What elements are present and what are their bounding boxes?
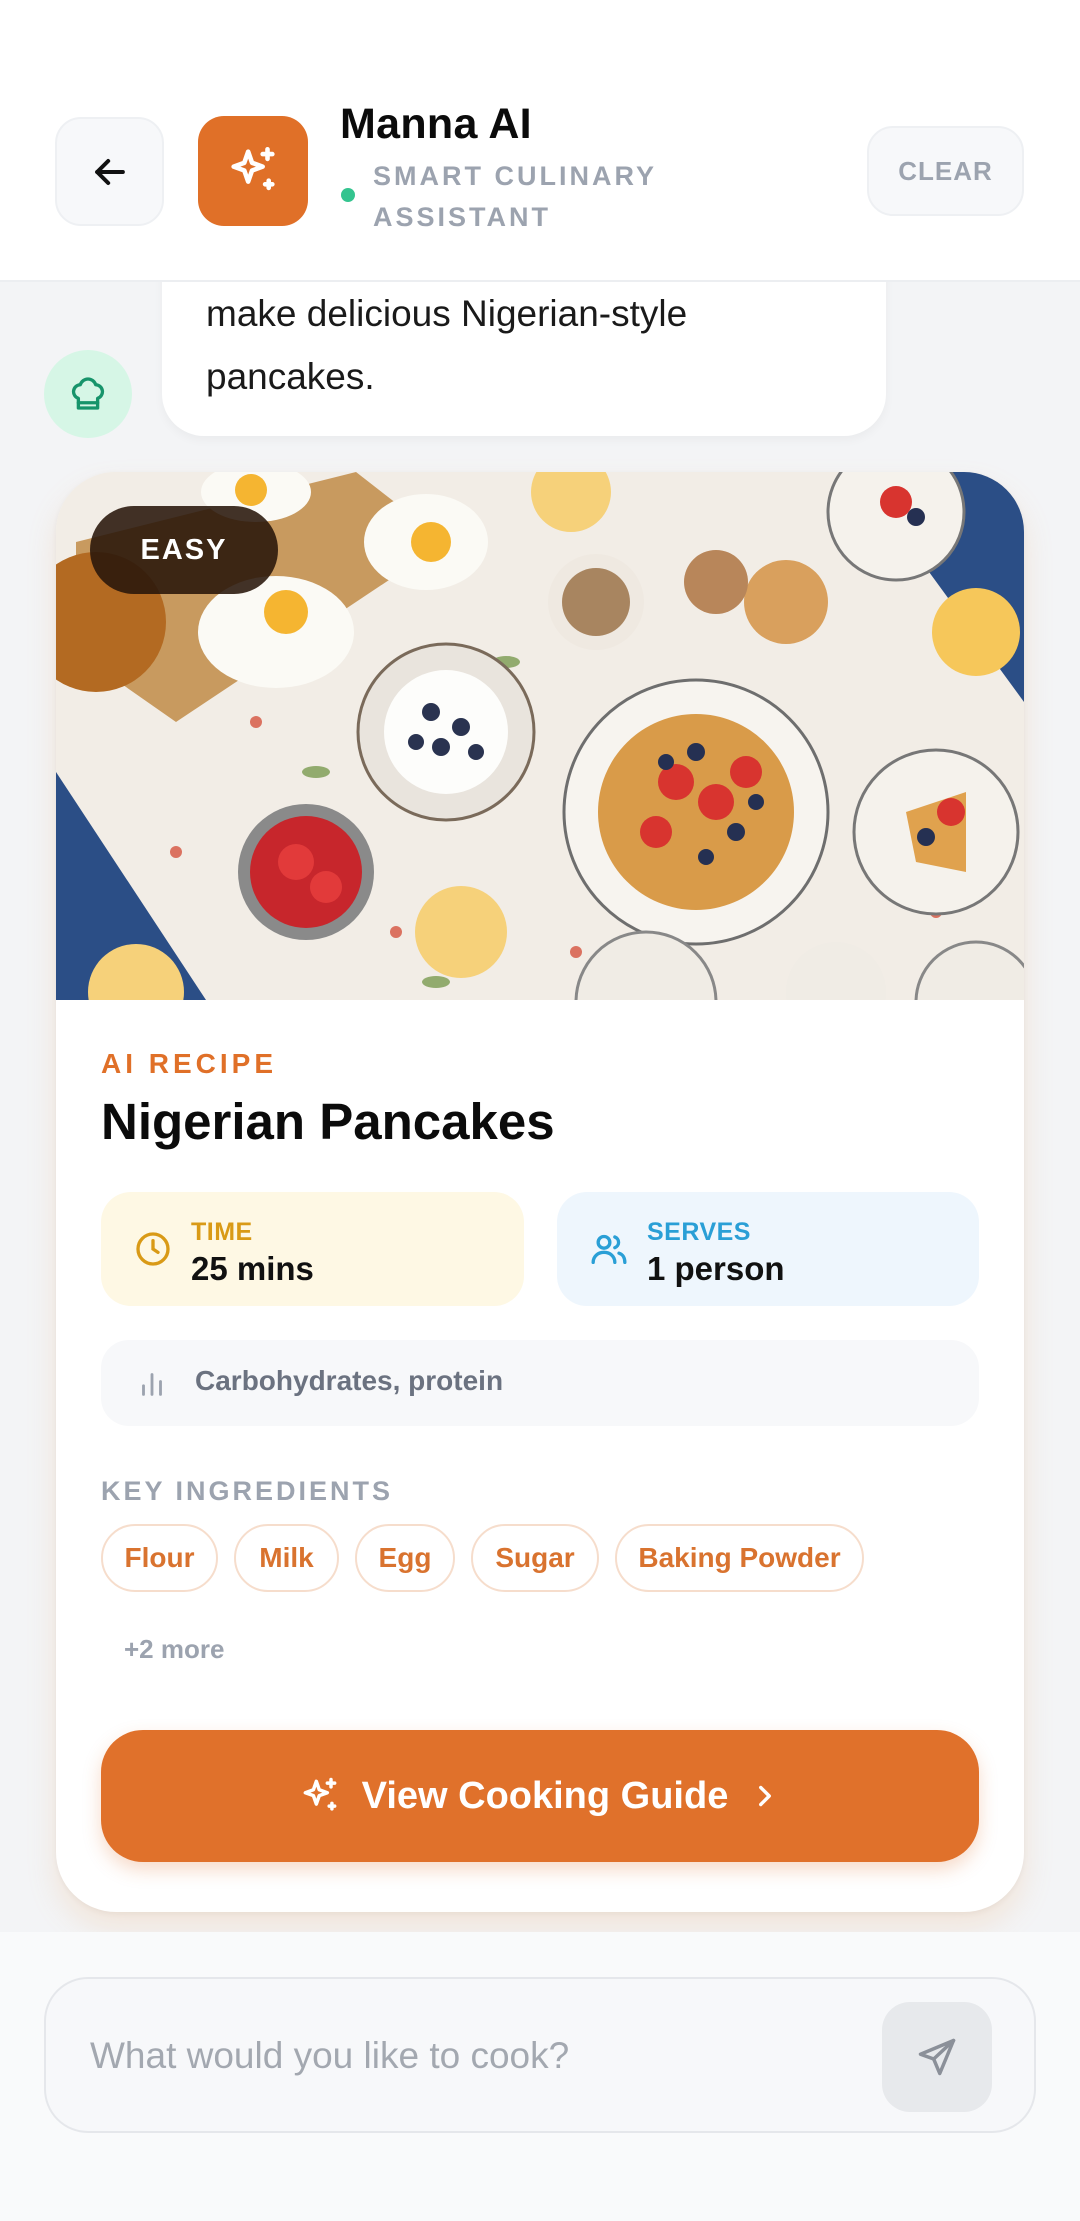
bot-avatar <box>44 350 132 438</box>
bot-message-text: make delicious Nigerian-style pancakes. <box>206 293 688 397</box>
bar-chart-icon <box>142 1373 162 1396</box>
chevron-right-icon <box>759 1785 772 1807</box>
message-input[interactable] <box>90 2023 870 2089</box>
arrow-left-icon <box>94 158 125 185</box>
recipe-hero-image: EASY <box>56 472 1024 1000</box>
app-logo <box>198 116 308 226</box>
ingredient-chip: Flour <box>101 1524 218 1592</box>
composer-bar <box>0 1932 1080 2221</box>
view-cooking-guide-label: View Cooking Guide <box>361 1774 729 1817</box>
time-stat: TIME 25 mins <box>101 1192 524 1306</box>
serves-stat: SERVES 1 person <box>557 1192 979 1306</box>
nutrition-text: Carbohydrates, protein <box>195 1365 504 1396</box>
time-label: TIME <box>191 1218 253 1246</box>
chat-thread[interactable]: make delicious Nigerian-style pancakes. <box>0 282 1080 1932</box>
recipe-title: Nigerian Pancakes <box>101 1093 555 1150</box>
recipe-card[interactable]: EASY AI RECIPE Nigerian Pancakes TIME 25… <box>56 472 1024 1912</box>
view-cooking-guide-button[interactable]: View Cooking Guide <box>101 1730 979 1862</box>
difficulty-badge: EASY <box>90 506 278 594</box>
serves-label: SERVES <box>647 1218 751 1246</box>
serves-value: 1 person <box>647 1250 785 1287</box>
recipe-eyebrow: AI RECIPE <box>101 1048 278 1079</box>
sparkles-icon <box>231 146 275 191</box>
clear-button[interactable]: CLEAR <box>867 126 1024 216</box>
sparkles-icon <box>303 1777 337 1811</box>
chef-hat-icon <box>71 377 105 410</box>
more-ingredients-label: +2 more <box>124 1634 225 1664</box>
composer-box <box>44 1977 1036 2133</box>
clock-icon <box>136 1232 170 1266</box>
online-status-dot <box>341 188 355 202</box>
ingredient-chip: Baking Powder <box>615 1524 864 1592</box>
back-button[interactable] <box>55 117 164 226</box>
send-icon <box>918 2038 956 2076</box>
app-title: Manna AI <box>340 100 532 148</box>
time-value: 25 mins <box>191 1250 314 1287</box>
ingredient-chip: Sugar <box>471 1524 599 1592</box>
ingredient-chip: Milk <box>234 1524 339 1592</box>
app-header: Manna AI SMART CULINARY ASSISTANT CLEAR <box>0 0 1080 282</box>
bot-message-bubble: make delicious Nigerian-style pancakes. <box>162 282 886 436</box>
send-button[interactable] <box>882 2002 992 2112</box>
nutrition-info: Carbohydrates, protein <box>101 1340 979 1426</box>
ingredients-heading: KEY INGREDIENTS <box>101 1476 394 1506</box>
users-icon <box>591 1234 627 1264</box>
app-subtitle: SMART CULINARY ASSISTANT <box>373 161 657 232</box>
ingredient-chip: Egg <box>355 1524 455 1592</box>
